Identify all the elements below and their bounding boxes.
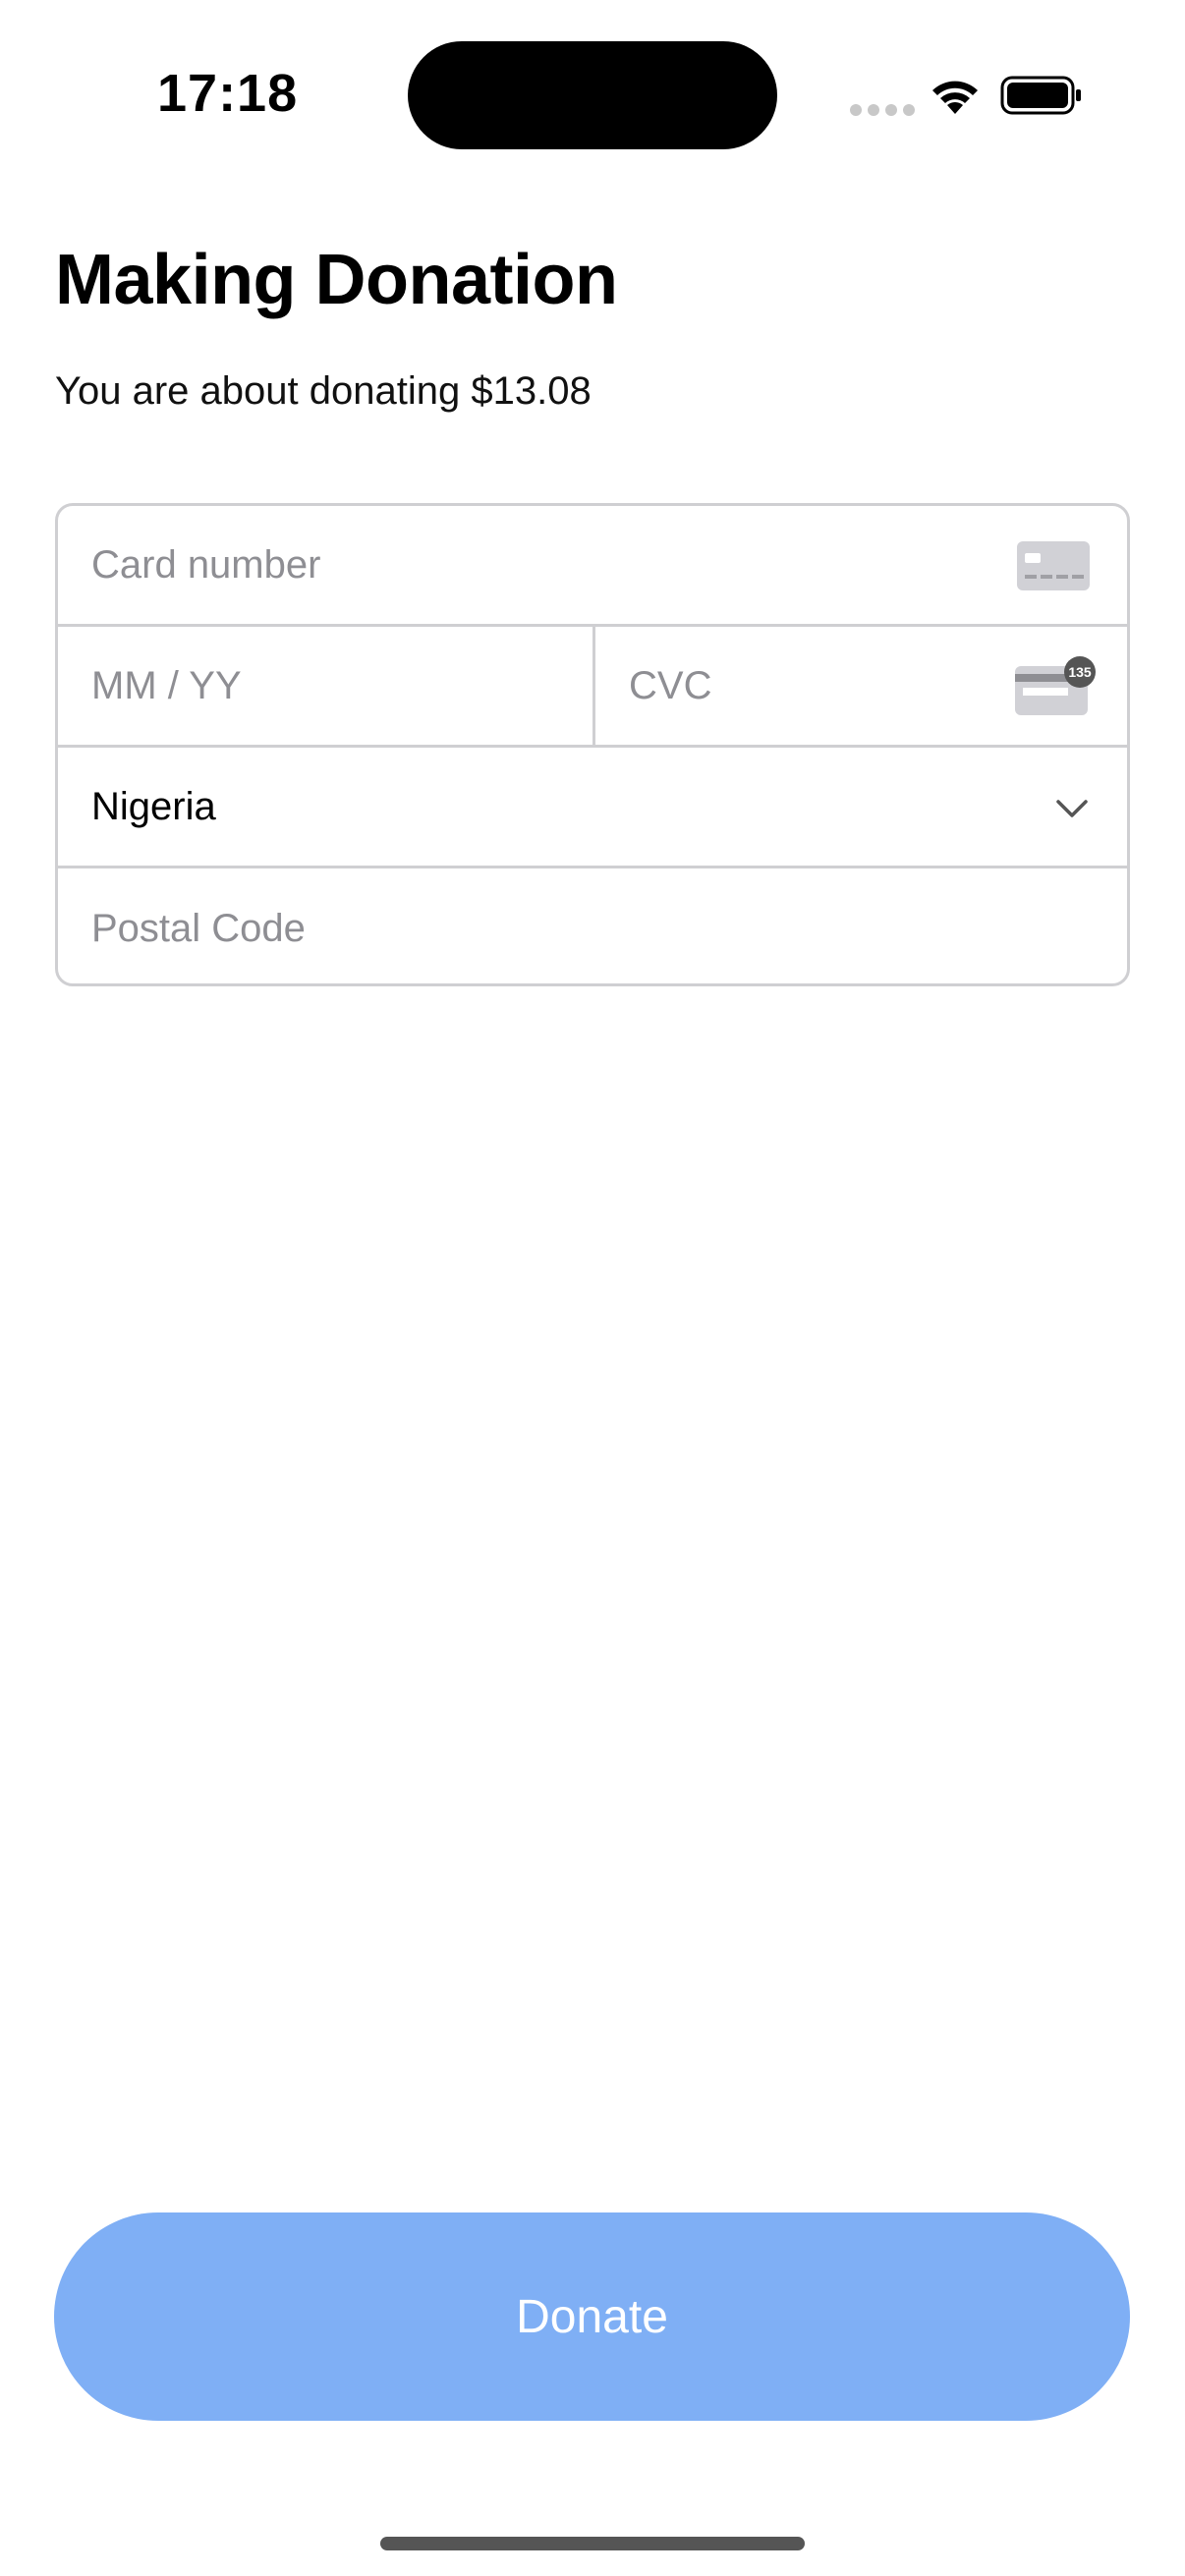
signal-dots-icon: [850, 104, 915, 116]
cvc-badge-text: 135: [1068, 664, 1092, 680]
expiry-cvc-row: MM / YY CVC 135: [58, 627, 1127, 748]
battery-icon: [1000, 76, 1081, 115]
card-number-placeholder: Card number: [91, 542, 321, 587]
wifi-icon: [932, 81, 978, 114]
dynamic-island: [408, 41, 777, 149]
postal-code-placeholder: Postal Code: [91, 907, 306, 950]
country-select[interactable]: Nigeria: [58, 748, 1127, 866]
credit-card-icon: [1017, 541, 1090, 590]
postal-code-field[interactable]: Postal Code: [58, 868, 1127, 983]
cvc-placeholder: CVC: [629, 663, 712, 707]
donation-amount-text: You are about donating $13.08: [55, 369, 592, 413]
status-bar: 17:18: [0, 0, 1185, 196]
page-title: Making Donation: [55, 241, 618, 319]
home-indicator[interactable]: [380, 2537, 805, 2550]
expiry-field[interactable]: MM / YY: [58, 627, 595, 745]
card-number-field[interactable]: Card number: [58, 506, 1127, 624]
status-time: 17:18: [157, 64, 299, 123]
card-form: Card number MM / YY CVC 135 Nigeria Post…: [55, 503, 1130, 986]
country-value: Nigeria: [91, 784, 216, 828]
country-row[interactable]: Nigeria: [58, 748, 1127, 868]
chevron-down-icon: [1056, 800, 1088, 817]
card-number-row: Card number: [58, 506, 1127, 627]
cvc-card-icon: 135: [1015, 656, 1096, 715]
postal-code-row: Postal Code: [58, 868, 1127, 983]
expiry-placeholder: MM / YY: [91, 663, 242, 707]
donate-button[interactable]: Donate: [54, 2212, 1130, 2421]
